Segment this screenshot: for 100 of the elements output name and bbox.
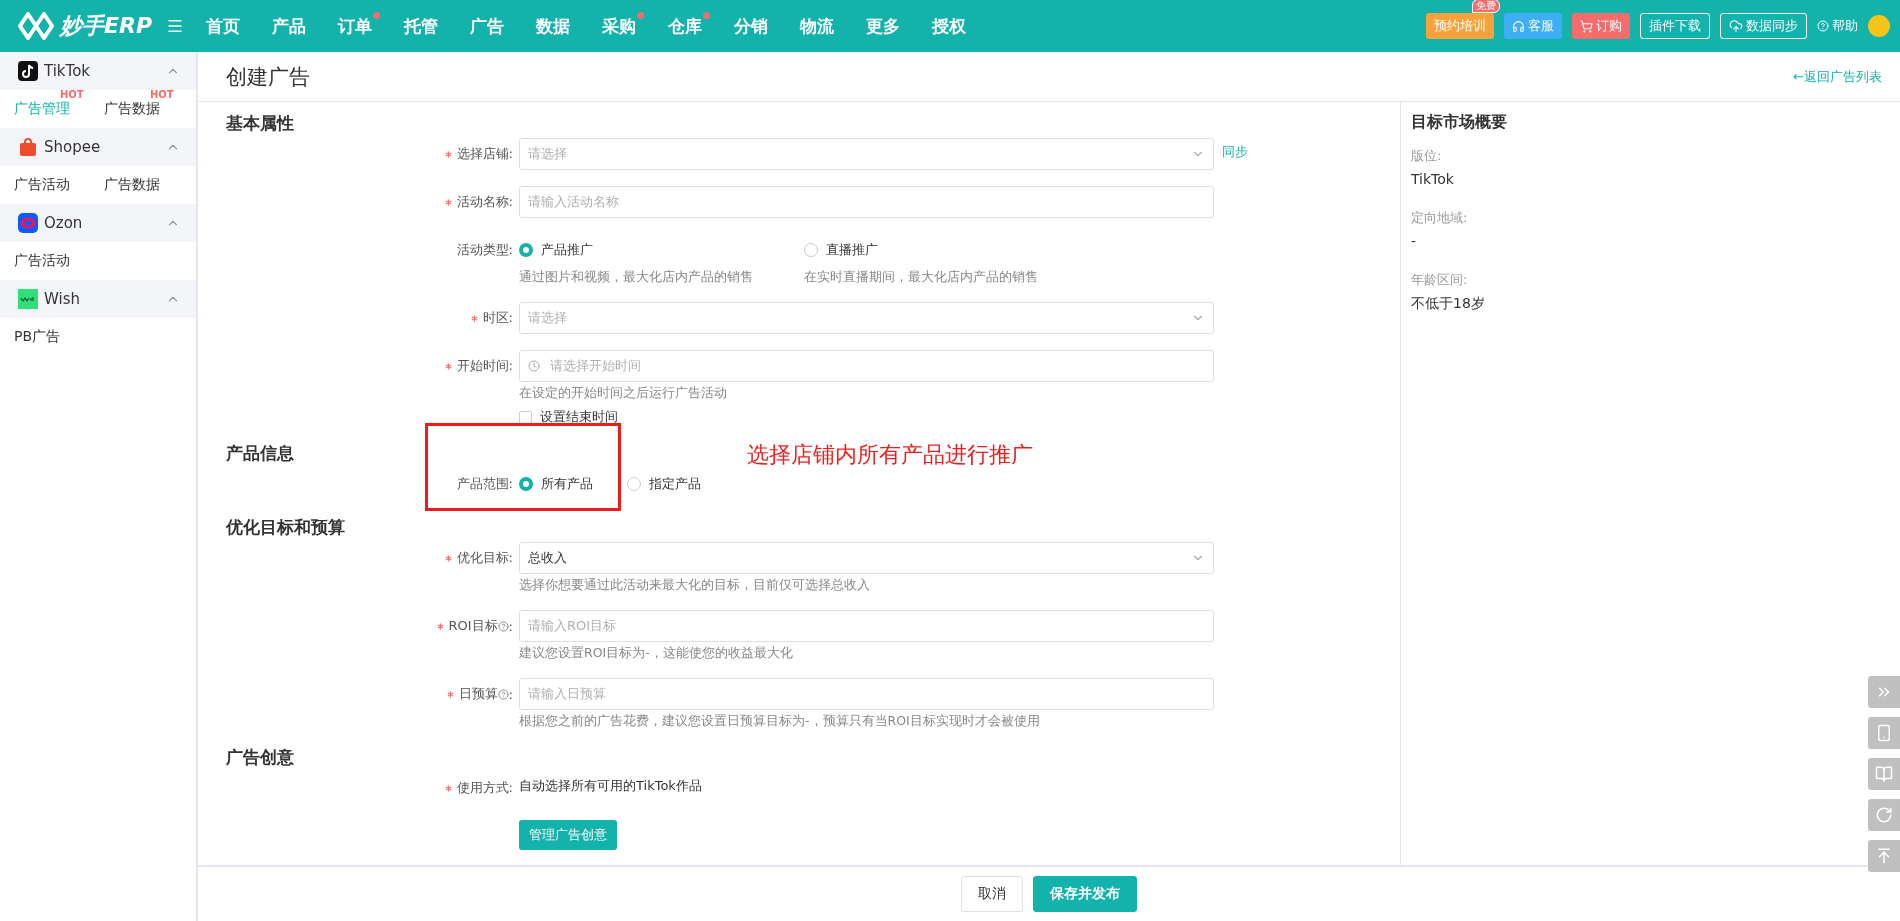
summary-value: 不低于18岁 [1411, 295, 1486, 313]
field-label: 使用方式: [456, 779, 513, 797]
header-button[interactable]: 插件下载 [1640, 13, 1710, 39]
input-field[interactable]: 请输入ROI目标 [519, 610, 1214, 642]
nav-item[interactable]: 物流 [800, 14, 857, 38]
platform-header[interactable]: TikTok [0, 52, 196, 90]
input-field[interactable]: 请输入日预算 [519, 678, 1214, 710]
side-tool-button[interactable] [1868, 717, 1900, 749]
nav-item[interactable]: 授权 [932, 14, 989, 38]
nav-item[interactable]: 首页 [206, 14, 263, 38]
ring-logo-icon [18, 213, 38, 233]
headset-icon [1512, 19, 1525, 33]
field-label: 活动类型: [456, 241, 513, 259]
sidebar-item[interactable]: 广告数据 [104, 100, 160, 118]
sidebar-item[interactable]: 广告管理 [14, 100, 70, 118]
summary-title: 目标市场概要 [1411, 112, 1508, 133]
music-note-icon [18, 61, 38, 81]
sidebar-item[interactable]: PB广告 [14, 328, 61, 346]
nav-item[interactable]: 分销 [734, 14, 791, 38]
cart-icon [1580, 19, 1593, 33]
field-label: 选择店铺: [456, 145, 513, 163]
nav-item[interactable]: 更多 [866, 14, 923, 38]
side-tool-button[interactable] [1868, 840, 1900, 872]
field-label: 日预算 [458, 685, 498, 703]
clock-icon [528, 360, 540, 372]
sidebar-item[interactable]: 广告活动 [14, 176, 70, 194]
radio-button[interactable] [519, 243, 533, 257]
side-tool-button[interactable] [1868, 799, 1900, 831]
input-field[interactable]: 请输入活动名称 [519, 186, 1214, 218]
select-field[interactable]: 总收入 [519, 542, 1214, 574]
field-value: 自动选择所有可用的TikTok作品 [519, 777, 703, 795]
field-hint: 在设定的开始时间之后运行广告活动 [519, 385, 728, 402]
radio-button[interactable] [519, 477, 533, 491]
menu-icon[interactable] [166, 17, 185, 35]
field-label: 产品范围: [456, 475, 513, 493]
nav-item[interactable]: 订单 [338, 14, 395, 38]
help-icon [1817, 20, 1829, 32]
logo-text: 妙手ERP [60, 12, 153, 40]
section-title: 产品信息 [226, 442, 294, 464]
field-label: 开始时间: [456, 357, 513, 375]
checkbox[interactable] [519, 410, 532, 424]
manage-button[interactable]: 管理广告创意 [519, 820, 617, 850]
side-tool-button[interactable] [1868, 758, 1900, 790]
shopping-bag-icon [18, 137, 38, 157]
header-button[interactable]: 数据同步 [1720, 13, 1807, 39]
nav-item[interactable]: 采购 [602, 14, 659, 38]
section-title: 优化目标和预算 [226, 516, 345, 538]
field-hint: 选择你想要通过此活动来最大化的目标，目前仅可选择总收入 [519, 577, 871, 594]
radio-button[interactable] [804, 243, 818, 257]
phone-icon [1875, 724, 1893, 742]
nav-item[interactable]: 托管 [404, 14, 461, 38]
sync-link[interactable]: 同步 [1222, 138, 1400, 166]
option-description: 通过图片和视频，最大化店内产品的销售 [519, 269, 754, 286]
nav-item[interactable]: 仓库 [668, 14, 725, 38]
hot-label: HOT [60, 89, 84, 100]
section-title: 基本属性 [226, 112, 294, 134]
checkbox-label: 设置结束时间 [540, 408, 618, 426]
label-colon: : [508, 686, 513, 702]
platform-header[interactable]: Wish [0, 280, 196, 318]
free-badge: 免费 [1472, 0, 1500, 13]
avatar[interactable] [1868, 15, 1890, 37]
side-tool-button[interactable] [1868, 676, 1900, 708]
hot-label: HOT [150, 89, 174, 100]
summary-value: - [1411, 233, 1418, 249]
summary-label: 年龄区间: [1411, 271, 1469, 289]
radio-button[interactable] [627, 477, 641, 491]
field-hint: 建议您设置ROI目标为-，这能使您的收益最大化 [519, 645, 794, 662]
logo-icon [18, 11, 54, 41]
nav-item[interactable]: 产品 [272, 14, 329, 38]
help-link[interactable]: 帮助 [1817, 17, 1858, 35]
option-description: 在实时直播期间，最大化店内产品的销售 [804, 269, 1039, 286]
field-label: 活动名称: [456, 193, 513, 211]
field-label: ROI目标 [448, 617, 498, 635]
platform-header[interactable]: Shopee [0, 128, 196, 166]
cloud-icon [1729, 19, 1743, 33]
refresh-icon [1875, 806, 1893, 824]
wave-logo-icon [18, 289, 38, 309]
cancel-button[interactable]: 取消 [961, 876, 1023, 912]
upload-arrow-icon [1875, 847, 1893, 865]
summary-value: TikTok [1411, 171, 1455, 187]
summary-label: 定向地域: [1411, 209, 1469, 227]
select-field[interactable]: 请选择 [519, 302, 1214, 334]
nav-item[interactable]: 数据 [536, 14, 593, 38]
radio-label: 产品推广 [541, 241, 593, 259]
page-title: 创建广告 [226, 63, 310, 91]
header-button[interactable]: 客服 [1504, 13, 1562, 39]
platform-header[interactable]: Ozon [0, 204, 196, 242]
book-icon [1875, 765, 1893, 783]
header-button[interactable]: 订购 [1572, 13, 1630, 39]
label-colon: : [508, 618, 513, 634]
date-field[interactable]: 请选择开始时间 [519, 350, 1214, 382]
sidebar-item[interactable]: 广告数据 [104, 176, 160, 194]
radio-label: 指定产品 [649, 475, 701, 493]
select-field[interactable]: 请选择 [519, 138, 1214, 170]
back-link[interactable]: ←返回广告列表 [1793, 67, 1882, 86]
header-button[interactable]: 预约培训 [1426, 13, 1494, 39]
field-label: 优化目标: [456, 549, 513, 567]
nav-item[interactable]: 广告 [470, 14, 527, 38]
sidebar-item[interactable]: 广告活动 [14, 252, 70, 270]
publish-button[interactable]: 保存并发布 [1033, 876, 1137, 912]
